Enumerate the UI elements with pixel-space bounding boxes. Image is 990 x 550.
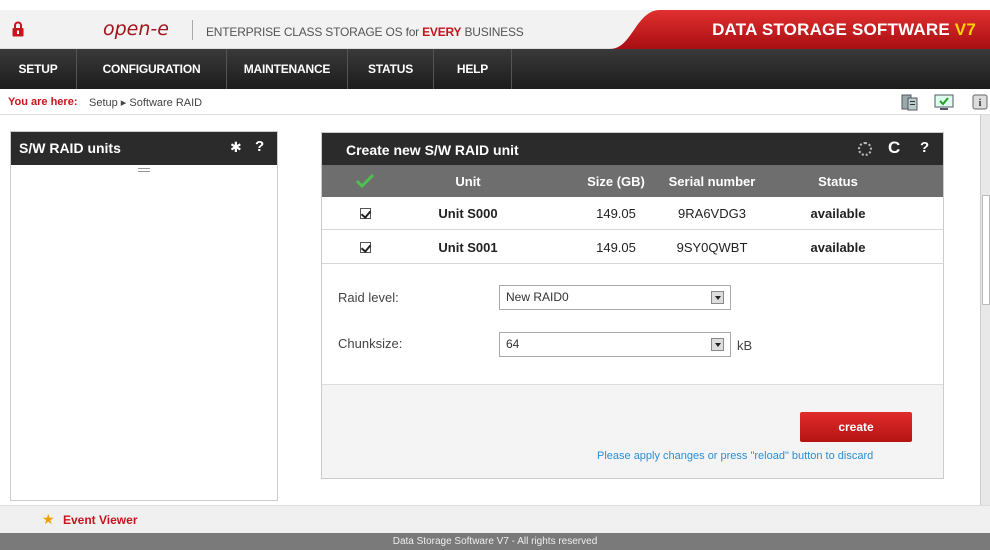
page-scrollbar[interactable] (980, 115, 990, 505)
row-checkbox-cell (322, 197, 408, 230)
event-viewer-link[interactable]: Event Viewer (63, 513, 137, 527)
chunksize-select[interactable]: 64 (499, 332, 731, 357)
unit-checkbox[interactable] (359, 242, 371, 253)
row-checkbox-cell (322, 231, 408, 264)
raid-units-header: S/W RAID units ✱ ? (11, 132, 277, 165)
table-row: Unit S001 149.05 9SY0QWBT available (322, 231, 943, 264)
unit-serial: 9SY0QWBT (676, 240, 748, 255)
breadcrumb: You are here: Setup ▸ Software RAID i (0, 89, 990, 115)
apply-hint: Please apply changes or press "reload" b… (597, 450, 874, 462)
raid-level-label: Raid level: (338, 290, 399, 305)
star-icon: ★ (42, 511, 55, 527)
lock-icon[interactable] (12, 21, 24, 37)
logo: open-e (103, 18, 169, 40)
chunksize-value: 64 (506, 337, 520, 351)
loading-spinner-icon (858, 142, 872, 156)
monitor-icon[interactable] (933, 92, 955, 112)
nav-configuration[interactable]: CONFIGURATION (77, 49, 227, 89)
footer: Data Storage Software V7 - All rights re… (0, 533, 990, 550)
unit-name: Unit S001 (438, 240, 498, 255)
column-header-serial: Serial number (668, 173, 756, 189)
column-header-status: Status (818, 173, 858, 189)
create-raid-panel: Create new S/W RAID unit C ? Unit Size (… (321, 132, 944, 479)
tagline-highlight: EVERY (422, 25, 462, 39)
raid-level-select[interactable]: New RAID0 (499, 285, 731, 310)
create-raid-title: Create new S/W RAID unit (346, 142, 519, 158)
chunksize-label: Chunksize: (338, 336, 403, 351)
reload-icon[interactable]: C (888, 138, 900, 158)
help-icon[interactable]: ? (920, 139, 929, 156)
breadcrumb-prefix: You are here: (8, 96, 78, 108)
unit-status: available (810, 206, 866, 221)
table-row: Unit S000 149.05 9RA6VDG3 available (322, 197, 943, 230)
raid-units-panel: S/W RAID units ✱ ? (10, 131, 278, 501)
unit-name: Unit S000 (438, 206, 498, 221)
tagline-suffix: BUSINESS (461, 25, 524, 39)
create-raid-header: Create new S/W RAID unit C ? (322, 133, 943, 165)
resize-grip-icon[interactable] (138, 168, 150, 172)
nav-setup[interactable]: SETUP (0, 49, 77, 89)
nav-help[interactable]: HELP (434, 49, 512, 89)
chevron-down-icon[interactable] (711, 338, 724, 351)
chevron-down-icon[interactable] (711, 291, 724, 304)
brand-title: DATA STORAGE SOFTWARE V7 (712, 20, 976, 40)
select-all-checkmark-icon[interactable] (322, 165, 408, 197)
units-table-header: Unit Size (GB) Serial number Status (322, 165, 943, 197)
unit-checkbox[interactable] (359, 208, 371, 219)
app-header: open-e ENTERPRISE CLASS STORAGE OS for E… (0, 10, 990, 49)
chunksize-unit: kB (737, 338, 753, 353)
breadcrumb-path[interactable]: Setup ▸ Software RAID (89, 96, 202, 109)
tagline-prefix: ENTERPRISE CLASS STORAGE OS for (206, 25, 423, 39)
tagline: ENTERPRISE CLASS STORAGE OS for EVERY BU… (206, 25, 524, 39)
help-icon[interactable]: ? (255, 138, 264, 155)
nav-status[interactable]: STATUS (348, 49, 434, 89)
create-button[interactable]: create (800, 412, 912, 442)
unit-serial: 9RA6VDG3 (678, 206, 746, 221)
raid-units-title: S/W RAID units (19, 140, 121, 156)
event-viewer-bar: ★ Event Viewer (0, 505, 990, 533)
svg-text:i: i (979, 98, 982, 109)
unit-status: available (810, 240, 866, 255)
brand-text: DATA STORAGE SOFTWARE (712, 20, 955, 39)
header-divider (192, 20, 193, 40)
main-nav: SETUP CONFIGURATION MAINTENANCE STATUS H… (0, 49, 990, 89)
raid-level-value: New RAID0 (506, 290, 569, 304)
nav-maintenance[interactable]: MAINTENANCE (227, 49, 348, 89)
gear-icon[interactable]: ✱ (230, 139, 242, 156)
column-header-unit: Unit (455, 173, 481, 189)
info-icon[interactable]: i (970, 92, 990, 112)
scrollbar-thumb[interactable] (982, 195, 990, 305)
servers-icon[interactable] (900, 92, 920, 112)
brand-version: V7 (954, 20, 976, 39)
